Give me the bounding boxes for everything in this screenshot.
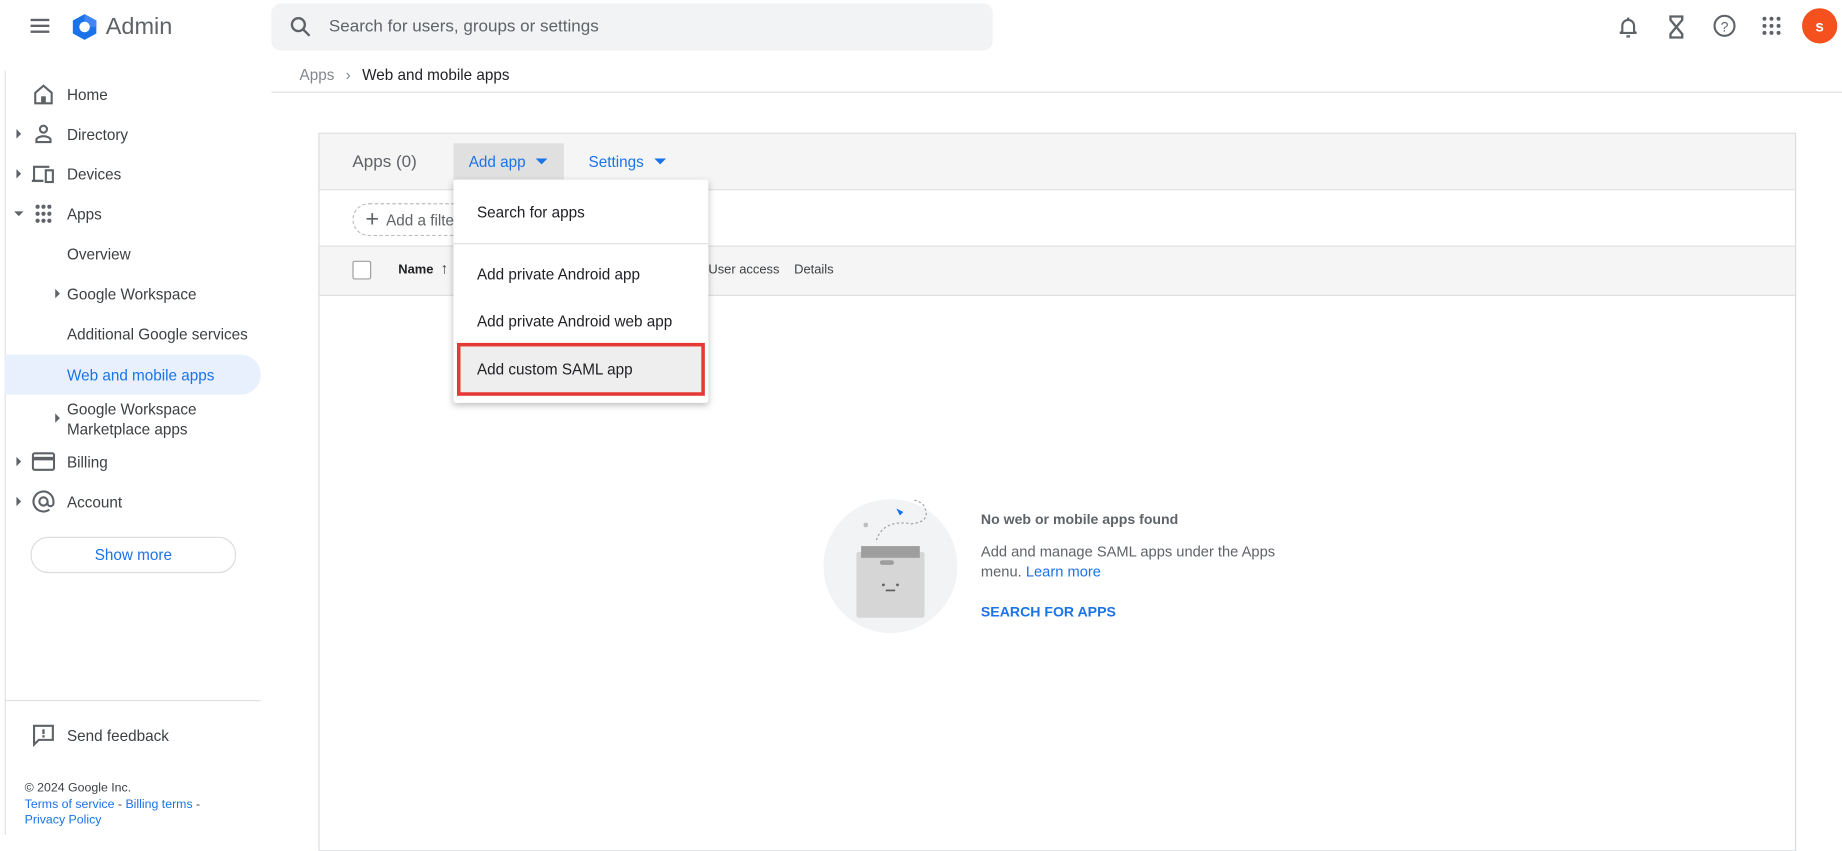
feedback-icon — [33, 724, 54, 747]
expand-caret-icon[interactable] — [55, 413, 60, 423]
dropdown-arrow-icon — [536, 158, 548, 165]
expand-caret-icon[interactable] — [16, 129, 22, 139]
empty-box-illustration — [823, 499, 958, 634]
main-menu-button[interactable] — [30, 16, 52, 35]
credit-card-icon — [31, 452, 56, 471]
sidebar-item-home[interactable]: Home — [0, 74, 261, 114]
google-apps-icon[interactable] — [1762, 16, 1781, 35]
avatar-letter: S — [1815, 17, 1824, 35]
menu-item-add-private-android-app[interactable]: Add private Android app — [453, 250, 708, 297]
search-input[interactable]: Search for users, groups or settings — [329, 18, 599, 37]
dropdown-arrow-icon — [654, 158, 667, 165]
add-app-button[interactable]: Add app — [453, 143, 564, 180]
column-name[interactable]: Name — [398, 263, 433, 277]
search-bar[interactable]: Search for users, groups or settings — [271, 3, 993, 51]
account-avatar[interactable]: S — [1802, 8, 1838, 44]
hourglass-tasks-icon[interactable] — [1668, 15, 1684, 39]
expand-caret-icon[interactable] — [16, 169, 22, 179]
select-all-checkbox[interactable] — [352, 260, 372, 280]
apps-count-title: Apps (0) — [352, 152, 417, 172]
breadcrumb-current: Web and mobile apps — [362, 65, 510, 84]
privacy-link[interactable]: Privacy Policy — [25, 813, 200, 829]
sidebar-item-billing[interactable]: Billing — [0, 442, 261, 482]
sort-arrow-up-icon[interactable]: ↑ — [441, 260, 449, 278]
admin-logo[interactable]: Admin — [70, 13, 172, 41]
sidebar-item-apps[interactable]: Apps — [0, 194, 261, 234]
menu-item-add-custom-saml-app[interactable]: Add custom SAML app — [456, 342, 705, 396]
person-icon — [35, 124, 52, 144]
admin-logo-icon — [72, 14, 97, 40]
send-feedback-button[interactable]: Send feedback — [0, 715, 261, 755]
app-name: Admin — [105, 13, 173, 40]
plus-icon: + — [365, 206, 380, 232]
devices-icon — [31, 165, 54, 184]
show-more-label: Show more — [94, 546, 172, 564]
hamburger-icon — [30, 18, 50, 33]
sidebar-item-label: Web and mobile apps — [66, 365, 215, 384]
show-more-button[interactable]: Show more — [30, 536, 237, 574]
copyright: © 2024 Google Inc. — [24, 780, 132, 796]
sidebar-item-label: Overview — [66, 244, 131, 263]
menu-item-add-private-android-web-app[interactable]: Add private Android web app — [453, 297, 708, 344]
collapse-caret-icon[interactable] — [14, 211, 24, 217]
settings-label: Settings — [588, 152, 644, 171]
search-icon — [290, 17, 311, 37]
empty-state-text: Add and manage SAML apps under the Apps m… — [980, 543, 1276, 581]
help-icon[interactable]: ? — [1713, 14, 1736, 37]
sidebar-item-label: Google Workspace Marketplace apps — [66, 400, 197, 439]
sidebar-divider — [4, 699, 261, 702]
at-sign-icon — [32, 490, 55, 513]
empty-state-title: No web or mobile apps found — [980, 510, 1179, 528]
notifications-bell-icon[interactable] — [1618, 15, 1639, 38]
terms-link[interactable]: Terms of service — [25, 797, 115, 811]
svg-text:?: ? — [1721, 19, 1729, 35]
sidebar-item-label: Directory — [66, 125, 129, 143]
send-feedback-label: Send feedback — [66, 726, 169, 744]
column-user-access[interactable]: User access — [708, 263, 779, 277]
expand-caret-icon[interactable] — [16, 496, 22, 507]
breadcrumb-divider — [271, 91, 1842, 93]
breadcrumb-apps[interactable]: Apps — [300, 66, 335, 84]
learn-more-link[interactable]: Learn more — [1026, 564, 1101, 580]
sidebar-item-marketplace-apps[interactable]: Google Workspace Marketplace apps — [0, 397, 261, 439]
search-for-apps-button[interactable]: SEARCH FOR APPS — [981, 604, 1116, 620]
menu-item-search-for-apps[interactable]: Search for apps — [453, 188, 708, 235]
breadcrumb-separator-icon: › — [345, 65, 351, 84]
sidebar-item-web-and-mobile-apps[interactable]: Web and mobile apps — [4, 354, 261, 395]
sidebar-item-label: Account — [66, 492, 123, 511]
sidebar-item-additional-google-services[interactable]: Additional Google services — [0, 314, 261, 354]
apps-grid-icon — [35, 204, 52, 223]
sidebar-item-label: Billing — [66, 452, 108, 471]
sidebar-item-devices[interactable]: Devices — [0, 154, 261, 194]
expand-caret-icon[interactable] — [55, 288, 60, 299]
breadcrumb: Apps › Web and mobile apps — [300, 66, 510, 84]
sidebar-footer: © 2024 Google Inc. Terms of service - Bi… — [24, 780, 201, 829]
sidebar-item-label: Home — [66, 85, 108, 103]
billing-terms-link[interactable]: Billing terms — [125, 797, 192, 811]
column-details[interactable]: Details — [794, 263, 834, 277]
sidebar-item-label: Google Workspace — [66, 284, 197, 303]
sidebar-item-account[interactable]: Account — [0, 482, 261, 522]
add-filter-label: Add a filter — [386, 210, 460, 229]
sidebar-item-label: Devices — [66, 165, 122, 183]
add-app-dropdown-menu: Search for apps Add private Android app … — [453, 179, 709, 403]
settings-button[interactable]: Settings — [589, 143, 667, 179]
sidebar-item-label: Additional Google services — [66, 324, 248, 343]
menu-divider — [453, 243, 709, 245]
sidebar-item-label: Apps — [66, 204, 102, 223]
sidebar-item-google-workspace[interactable]: Google Workspace — [0, 274, 261, 314]
sidebar-item-directory[interactable]: Directory — [0, 114, 261, 154]
home-icon — [34, 84, 53, 105]
add-app-label: Add app — [468, 152, 526, 171]
expand-caret-icon[interactable] — [16, 456, 22, 467]
sidebar-item-overview[interactable]: Overview — [0, 234, 261, 274]
